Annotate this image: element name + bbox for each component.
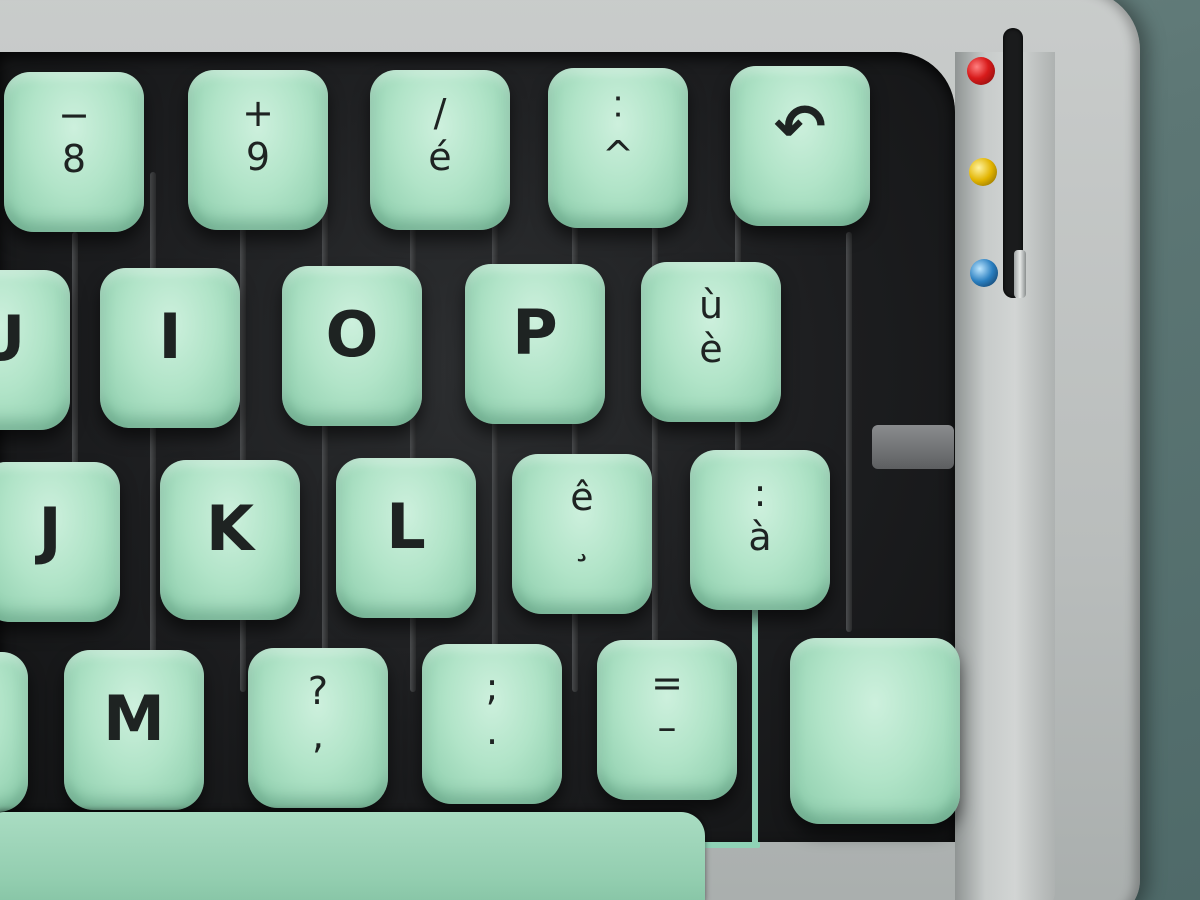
key-legend-upper: ˸ — [612, 89, 624, 133]
key-legend-upper: : — [753, 471, 767, 515]
key-legend: O — [325, 298, 379, 371]
key-legend-lower: , — [311, 713, 325, 757]
key-legend-upper: / — [433, 91, 447, 135]
key-legend-lower: ¸ — [572, 519, 592, 563]
key-equals-dash[interactable]: = – — [597, 640, 737, 800]
carriage-stop-block — [872, 425, 954, 469]
key-legend-upper: = — [651, 661, 683, 705]
key-legend: K — [205, 492, 255, 565]
key-k[interactable]: K — [160, 460, 300, 620]
key-l[interactable]: L — [336, 458, 476, 618]
key-legend-lower: 8 — [61, 137, 87, 181]
key-backspace[interactable]: ↶ — [730, 66, 870, 226]
key-legend: U — [0, 308, 70, 370]
key-legend-upper: − — [58, 93, 90, 137]
key-legend-upper: ? — [307, 669, 329, 713]
key-legend-lower: – — [657, 705, 677, 749]
key-lever — [322, 172, 328, 712]
key-legend-lower: é — [428, 135, 452, 179]
yellow-indicator-pin — [969, 158, 997, 186]
blue-indicator-pin — [970, 259, 998, 287]
key-lever — [492, 172, 498, 712]
key-lever — [150, 172, 156, 692]
key-u[interactable]: U — [0, 270, 70, 430]
key-legend: L — [386, 490, 426, 563]
key-legend: P — [512, 296, 558, 369]
key-legend-lower: à — [748, 515, 772, 559]
key-legend-lower: è — [699, 327, 723, 371]
typewriter-photo: − 8 + 9 / é ˸ ^ ↶ U I O P ù è J K L ê — [0, 0, 1200, 900]
space-bar[interactable] — [0, 812, 705, 900]
key-legend-upper: + — [242, 91, 274, 135]
key-legend-lower: 9 — [245, 135, 271, 179]
key-j[interactable]: J — [0, 462, 120, 622]
key-legend-upper: ê — [570, 475, 594, 519]
linkage-rod — [752, 605, 758, 845]
key-colon-caret[interactable]: ˸ ^ — [548, 68, 688, 228]
key-legend-lower: . — [485, 709, 499, 753]
key-legend-upper: ; — [485, 665, 499, 709]
key-semicolon-period[interactable]: ; . — [422, 644, 562, 804]
red-indicator-pin — [967, 57, 995, 85]
key-legend: M — [103, 682, 165, 755]
key-a-grave[interactable]: : à — [690, 450, 830, 610]
slot-knob — [1014, 250, 1026, 298]
key-question-comma[interactable]: ? , — [248, 648, 388, 808]
key-lever — [846, 232, 852, 632]
key-9[interactable]: + 9 — [188, 70, 328, 230]
key-legend: J — [38, 494, 62, 567]
key-legend-upper: ù — [698, 283, 724, 327]
key-blank[interactable] — [790, 638, 960, 824]
key-lever — [240, 212, 246, 692]
key-n[interactable] — [0, 652, 28, 812]
key-8[interactable]: − 8 — [4, 72, 144, 232]
key-o[interactable]: O — [282, 266, 422, 426]
key-slash-e-acute[interactable]: / é — [370, 70, 510, 230]
linkage-rod — [700, 842, 760, 848]
key-legend-lower: ^ — [602, 133, 634, 177]
key-e-circumflex[interactable]: ê ¸ — [512, 454, 652, 614]
key-m[interactable]: M — [64, 650, 204, 810]
key-p[interactable]: P — [465, 264, 605, 424]
backspace-arrow-icon: ↶ — [774, 90, 826, 163]
key-legend: I — [158, 300, 182, 373]
key-u-grave[interactable]: ù è — [641, 262, 781, 422]
key-i[interactable]: I — [100, 268, 240, 428]
